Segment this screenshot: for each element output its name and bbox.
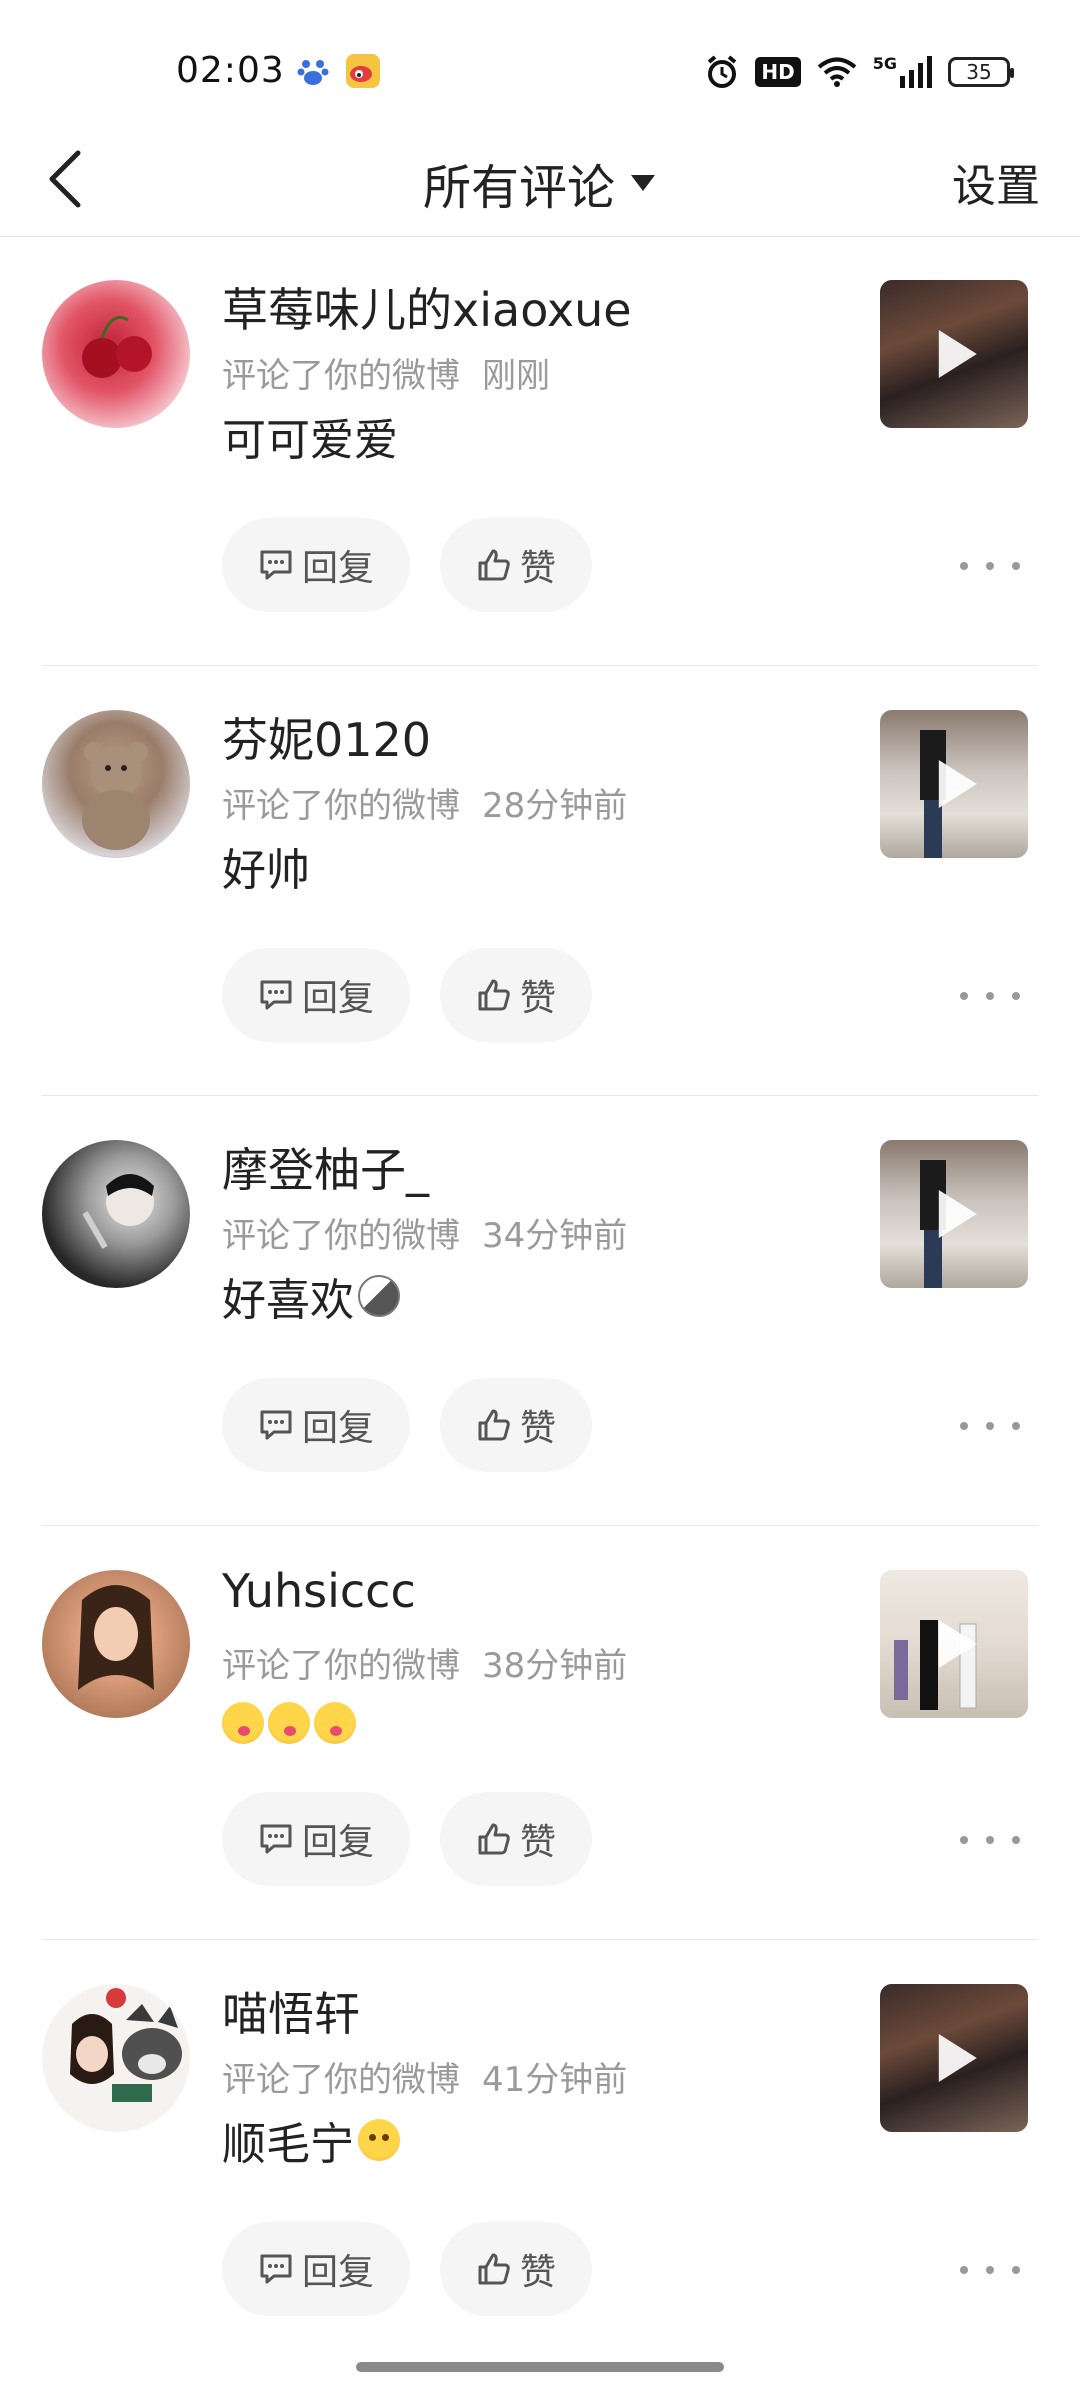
comment-time: 38分钟前 — [482, 1646, 628, 1686]
video-thumbnail[interactable] — [880, 280, 1028, 428]
like-button[interactable]: 赞 — [440, 2222, 592, 2316]
avatar[interactable] — [42, 1140, 190, 1288]
comment-meta: 评论了你的微博 刚刚 — [222, 348, 550, 397]
status-time: 02:03 — [176, 50, 285, 91]
more-button[interactable] — [960, 1406, 1020, 1446]
comment-time: 刚刚 — [482, 356, 550, 396]
status-bar: 02:03 HD 5G 35 — [0, 0, 1080, 140]
comment-meta: 评论了你的微博 28分钟前 — [222, 778, 627, 827]
comment-icon — [260, 550, 292, 580]
like-button[interactable]: 赞 — [440, 948, 592, 1042]
triangle-down-icon — [631, 175, 655, 191]
avatar[interactable] — [42, 1570, 190, 1718]
comment-meta: 评论了你的微博 41分钟前 — [222, 2052, 627, 2101]
comment-time: 41分钟前 — [482, 2060, 628, 2100]
comment-action-text: 评论了你的微博 — [222, 356, 460, 396]
username[interactable]: Yuhsiccc — [222, 1564, 416, 1618]
more-button[interactable] — [960, 1820, 1020, 1860]
home-indicator[interactable] — [356, 2362, 724, 2372]
thumbs-up-icon — [478, 1409, 510, 1441]
play-icon — [938, 2034, 977, 2082]
comment-action-text: 评论了你的微博 — [222, 1216, 460, 1256]
play-icon — [938, 330, 977, 378]
username[interactable]: 摩登柚子_ — [222, 1134, 429, 1200]
thumbs-up-icon — [478, 2253, 510, 2285]
comment-item[interactable]: 喵悟轩 评论了你的微博 41分钟前 顺毛宁 回复 赞 — [0, 1940, 1080, 2370]
avatar[interactable] — [42, 710, 190, 858]
baidu-icon — [296, 54, 330, 88]
page-title: 所有评论 — [422, 160, 615, 216]
reply-button[interactable]: 回复 — [222, 2222, 410, 2316]
thumbs-up-icon — [478, 549, 510, 581]
thumbs-up-icon — [478, 979, 510, 1011]
comment-time: 28分钟前 — [482, 786, 628, 826]
reply-button[interactable]: 回复 — [222, 518, 410, 612]
comment-action-text: 评论了你的微博 — [222, 2060, 460, 2100]
weibo-icon — [346, 54, 380, 88]
comment-item[interactable]: 草莓味儿的xiaoxue 评论了你的微博 刚刚 可可爱爱 回复 赞 — [0, 236, 1080, 666]
video-thumbnail[interactable] — [880, 1140, 1028, 1288]
play-icon — [938, 1190, 977, 1238]
love-emoji — [358, 2119, 400, 2161]
video-thumbnail[interactable] — [880, 1984, 1028, 2132]
5g-signal-icon: 5G — [873, 56, 932, 88]
hd-icon: HD — [755, 57, 801, 87]
cat-emoji — [358, 1275, 400, 1317]
nav-bar: 所有评论 设置 — [0, 130, 1080, 237]
comment-item[interactable]: 摩登柚子_ 评论了你的微博 34分钟前 好喜欢 回复 赞 — [0, 1096, 1080, 1526]
thumbs-up-icon — [478, 1823, 510, 1855]
comment-text: 顺毛宁 — [222, 2108, 400, 2172]
comment-text: 好喜欢 — [222, 1264, 400, 1328]
like-button[interactable]: 赞 — [440, 1792, 592, 1886]
comment-icon — [260, 1824, 292, 1854]
avatar[interactable] — [42, 280, 190, 428]
comment-action-text: 评论了你的微博 — [222, 1646, 460, 1686]
comment-text: 好帅 — [222, 845, 310, 896]
more-button[interactable] — [960, 976, 1020, 1016]
username[interactable]: 草莓味儿的xiaoxue — [222, 274, 632, 340]
comment-item[interactable]: Yuhsiccc 评论了你的微博 38分钟前 回复 赞 — [0, 1526, 1080, 1940]
play-icon — [938, 1620, 977, 1668]
more-button[interactable] — [960, 2250, 1020, 2290]
alarm-icon — [705, 54, 739, 90]
reply-button[interactable]: 回复 — [222, 1378, 410, 1472]
video-thumbnail[interactable] — [880, 1570, 1028, 1718]
comment-time: 34分钟前 — [482, 1216, 628, 1256]
comment-item[interactable]: 芬妮0120 评论了你的微博 28分钟前 好帅 回复 赞 — [0, 666, 1080, 1096]
play-icon — [938, 760, 977, 808]
comment-filter-dropdown[interactable]: 所有评论 — [0, 130, 1080, 236]
comment-icon — [260, 980, 292, 1010]
username[interactable]: 喵悟轩 — [222, 1978, 360, 2044]
comment-icon — [260, 1410, 292, 1440]
kiss-emoji — [314, 1702, 356, 1744]
settings-button[interactable]: 设置 — [952, 150, 1040, 214]
reply-button[interactable]: 回复 — [222, 948, 410, 1042]
kiss-emoji — [222, 1702, 264, 1744]
like-button[interactable]: 赞 — [440, 518, 592, 612]
more-button[interactable] — [960, 546, 1020, 586]
comment-meta: 评论了你的微博 38分钟前 — [222, 1638, 627, 1687]
avatar[interactable] — [42, 1984, 190, 2132]
like-button[interactable]: 赞 — [440, 1378, 592, 1472]
video-thumbnail[interactable] — [880, 710, 1028, 858]
comment-text: 可可爱爱 — [222, 415, 398, 466]
kiss-emoji — [268, 1702, 310, 1744]
comment-action-text: 评论了你的微博 — [222, 786, 460, 826]
username[interactable]: 芬妮0120 — [222, 704, 431, 770]
wifi-icon — [817, 56, 857, 88]
comment-text — [222, 1702, 356, 1744]
comment-meta: 评论了你的微博 34分钟前 — [222, 1208, 627, 1257]
comment-icon — [260, 2254, 292, 2284]
battery-icon: 35 — [948, 57, 1014, 87]
reply-button[interactable]: 回复 — [222, 1792, 410, 1886]
